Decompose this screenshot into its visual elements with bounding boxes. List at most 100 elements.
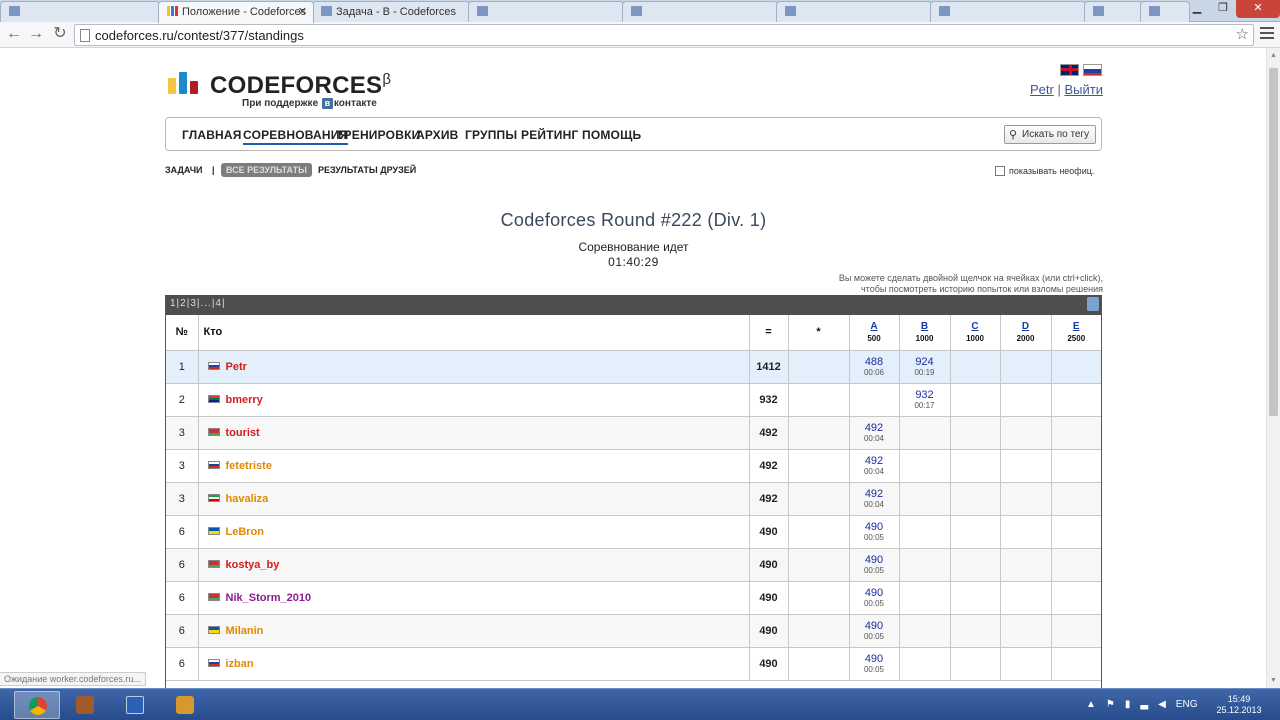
problem-cell[interactable] <box>950 416 1001 450</box>
menu-help[interactable]: ПОМОЩЬ <box>582 128 641 142</box>
participant-handle[interactable]: tourist <box>226 427 260 439</box>
maximize-icon[interactable]: ❐ <box>1210 0 1236 18</box>
problem-cell[interactable] <box>950 515 1001 549</box>
participant-handle[interactable]: izban <box>226 658 254 670</box>
problem-cell[interactable] <box>899 515 951 549</box>
english-flag-icon[interactable] <box>1060 64 1079 76</box>
problem-link[interactable]: A <box>850 321 899 332</box>
problem-cell[interactable] <box>1000 482 1052 516</box>
problem-cell[interactable]: 492 00:04 <box>849 482 900 516</box>
participant-handle[interactable]: Petr <box>226 361 247 373</box>
user-profile-link[interactable]: Petr <box>1030 82 1054 97</box>
problem-link[interactable]: C <box>951 321 1000 332</box>
problem-cell[interactable] <box>950 548 1001 582</box>
problem-cell[interactable] <box>1051 647 1101 681</box>
browser-tab[interactable] <box>776 1 932 22</box>
problem-cell[interactable] <box>1051 383 1101 417</box>
problem-cell[interactable]: 492 00:04 <box>849 416 900 450</box>
taskbar-chrome[interactable] <box>14 691 60 719</box>
menu-contests[interactable]: СОРЕВНОВАНИЯ <box>243 128 349 145</box>
problem-cell[interactable] <box>950 581 1001 615</box>
problem-cell[interactable] <box>1000 416 1052 450</box>
problem-cell[interactable] <box>1000 383 1052 417</box>
browser-tab[interactable] <box>1140 1 1190 22</box>
problem-cell[interactable] <box>1000 548 1052 582</box>
problem-cell[interactable] <box>1051 482 1101 516</box>
problem-cell[interactable] <box>1051 449 1101 483</box>
browser-tab-problem[interactable]: Задача - B - Codeforces <box>312 1 470 22</box>
problem-cell[interactable] <box>1000 449 1052 483</box>
page-scrollbar[interactable]: ▲ ▼ <box>1266 48 1280 688</box>
taskbar-clock[interactable]: 15:49 25.12.2013 <box>1214 694 1264 716</box>
show-unofficial-toggle[interactable]: показывать неофиц. <box>995 166 1094 176</box>
bookmark-star-icon[interactable]: ☆ <box>1236 25 1249 43</box>
problem-cell[interactable] <box>1000 350 1052 384</box>
scroll-up-icon[interactable]: ▲ <box>1270 52 1277 59</box>
back-icon[interactable]: ← <box>4 25 24 45</box>
address-bar[interactable]: ☆ <box>74 24 1254 46</box>
problem-cell[interactable] <box>899 416 951 450</box>
menu-home[interactable]: ГЛАВНАЯ <box>182 128 242 142</box>
browser-tab-standings[interactable]: Положение - Codeforces ✕ <box>158 1 314 23</box>
problem-cell[interactable] <box>1051 581 1101 615</box>
problem-cell[interactable]: 490 00:05 <box>849 515 900 549</box>
problem-cell[interactable] <box>950 614 1001 648</box>
close-window-icon[interactable]: ✕ <box>1236 0 1280 18</box>
problem-link[interactable]: E <box>1052 321 1102 332</box>
problem-cell[interactable]: 490 00:05 <box>849 581 900 615</box>
problem-cell[interactable] <box>950 383 1001 417</box>
menu-trainings[interactable]: ТРЕНИРОВКИ <box>336 128 420 142</box>
problem-cell[interactable] <box>899 548 951 582</box>
problem-cell[interactable]: 924 00:19 <box>899 350 951 384</box>
problem-cell[interactable] <box>1051 350 1101 384</box>
participant-handle[interactable]: Nik_Storm_2010 <box>226 592 312 604</box>
taskbar-app[interactable] <box>62 691 108 719</box>
problem-cell[interactable] <box>950 449 1001 483</box>
browser-tab[interactable] <box>1084 1 1144 22</box>
problem-cell[interactable] <box>950 482 1001 516</box>
tray-arrow-icon[interactable]: ▲ <box>1086 699 1096 710</box>
standings-pager[interactable]: 1|2|3|...|4| <box>170 298 226 309</box>
problem-cell[interactable] <box>950 350 1001 384</box>
menu-groups[interactable]: ГРУППЫ <box>465 128 517 142</box>
problem-cell[interactable]: 490 00:05 <box>849 647 900 681</box>
participant-handle[interactable]: havaliza <box>226 493 269 505</box>
browser-tab[interactable] <box>622 1 778 22</box>
search-by-tag-button[interactable]: ⚲ Искать по тегу <box>1004 125 1096 144</box>
problem-cell[interactable]: 488 00:06 <box>849 350 900 384</box>
reload-icon[interactable]: ↻ <box>50 25 70 45</box>
menu-rating[interactable]: РЕЙТИНГ <box>521 128 578 142</box>
problem-cell[interactable] <box>1000 515 1052 549</box>
problem-cell[interactable] <box>1051 416 1101 450</box>
minimize-icon[interactable]: ▁ <box>1184 0 1210 18</box>
language-indicator[interactable]: ENG <box>1176 699 1198 710</box>
problem-cell[interactable] <box>849 383 900 417</box>
forward-icon[interactable]: → <box>26 25 46 45</box>
url-input[interactable] <box>95 27 1225 43</box>
problem-cell[interactable] <box>1051 548 1101 582</box>
participant-handle[interactable]: fetetriste <box>226 460 272 472</box>
problem-link[interactable]: D <box>1001 321 1051 332</box>
network-icon[interactable]: ▮ <box>1125 699 1131 710</box>
problem-cell[interactable] <box>899 482 951 516</box>
scrollbar-thumb[interactable] <box>1269 68 1278 416</box>
volume-icon[interactable]: ◀ <box>1158 699 1166 710</box>
problem-cell[interactable] <box>1051 614 1101 648</box>
problem-cell[interactable] <box>899 449 951 483</box>
problem-cell[interactable] <box>1000 581 1052 615</box>
problem-cell[interactable] <box>1000 647 1052 681</box>
participant-handle[interactable]: Milanin <box>226 625 264 637</box>
browser-tab[interactable] <box>930 1 1086 22</box>
tab-problems[interactable]: ЗАДАЧИ <box>165 165 203 175</box>
participant-handle[interactable]: bmerry <box>226 394 263 406</box>
close-tab-icon[interactable]: ✕ <box>298 5 307 18</box>
participant-handle[interactable]: kostya_by <box>226 559 280 571</box>
problem-cell[interactable]: 490 00:05 <box>849 614 900 648</box>
unofficial-checkbox[interactable] <box>995 166 1005 176</box>
logout-link[interactable]: Выйти <box>1064 82 1103 97</box>
taskbar-app[interactable] <box>162 691 208 719</box>
problem-cell[interactable] <box>950 647 1001 681</box>
browser-tab[interactable] <box>0 1 160 22</box>
participant-handle[interactable]: LeBron <box>226 526 265 538</box>
browser-tab[interactable] <box>468 1 624 22</box>
